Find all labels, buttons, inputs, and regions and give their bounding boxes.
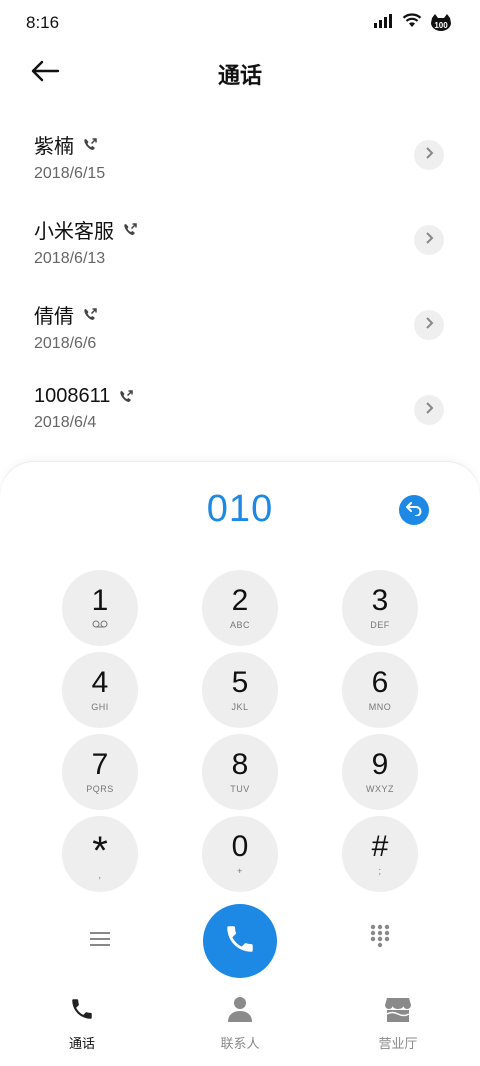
key-7[interactable]: 7 PQRS: [62, 734, 138, 810]
key-letters: MNO: [368, 702, 392, 712]
key-letters: GHI: [91, 702, 109, 712]
key-digit: *: [92, 829, 108, 873]
contact-name: 1008611: [34, 385, 111, 407]
outgoing-call-icon: [122, 222, 138, 238]
back-button[interactable]: [30, 58, 66, 88]
nav-tab-store[interactable]: 营业厅: [358, 996, 438, 1052]
signal-icon: [374, 13, 394, 33]
key-letters: DEF: [370, 620, 390, 630]
backspace-button[interactable]: [399, 495, 429, 525]
battery-level: 100: [434, 21, 448, 30]
call-detail-button[interactable]: [414, 310, 444, 340]
key-2[interactable]: 2 ABC: [202, 570, 278, 646]
keypad-toggle-button[interactable]: [367, 924, 393, 952]
contact-name: 倩倩: [34, 306, 74, 328]
bottom-nav: 通话 联系人 营业厅: [0, 996, 480, 1056]
arrow-left-icon: [30, 60, 60, 87]
wifi-icon: [402, 13, 422, 33]
key-6[interactable]: 6 MNO: [342, 652, 418, 728]
hamburger-menu-icon: [90, 931, 110, 952]
call-detail-button[interactable]: [414, 395, 444, 425]
battery-icon: 100: [430, 14, 452, 32]
key-digit: 2: [231, 584, 249, 617]
call-date: 2018/6/13: [34, 250, 106, 267]
status-time: 8:16: [26, 13, 60, 32]
key-digit: #: [371, 830, 389, 863]
contact-name: 紫楠: [34, 136, 74, 158]
key-digit: 3: [371, 584, 389, 617]
nav-tab-calls[interactable]: 通话: [42, 996, 122, 1052]
outgoing-call-icon: [118, 389, 134, 405]
undo-arrow-icon: [405, 500, 423, 521]
key-digit: 8: [231, 748, 249, 781]
key-letters: WXYZ: [366, 784, 394, 794]
phone-icon: [223, 922, 257, 961]
key-digit: 6: [371, 666, 389, 699]
menu-button[interactable]: [87, 928, 113, 954]
key-digit: 5: [231, 666, 249, 699]
key-star[interactable]: * ,: [62, 816, 138, 892]
key-0[interactable]: 0 +: [202, 816, 278, 892]
key-9[interactable]: 9 WXYZ: [342, 734, 418, 810]
dialer-panel: 010 1 2 ABC 3 DEF 4 GHI 5 JKL 6 MNO 7 PQ…: [0, 462, 480, 1066]
chevron-right-icon: [424, 146, 434, 164]
key-8[interactable]: 8 TUV: [202, 734, 278, 810]
key-digit: 7: [91, 748, 109, 781]
key-digit: 0: [231, 830, 249, 863]
call-log-item[interactable]: 紫楠 2018/6/15: [0, 112, 480, 197]
person-icon: [226, 996, 254, 1027]
nav-label: 联系人: [220, 1036, 260, 1051]
store-icon: [384, 996, 412, 1027]
key-letters: ABC: [229, 620, 250, 630]
key-4[interactable]: 4 GHI: [62, 652, 138, 728]
call-log-item[interactable]: 倩倩 2018/6/6: [0, 282, 480, 367]
nav-label: 通话: [68, 1036, 95, 1051]
page-title: 通话: [217, 63, 262, 88]
outgoing-call-icon: [82, 137, 98, 153]
chevron-right-icon: [424, 316, 434, 334]
call-date: 2018/6/6: [34, 335, 97, 352]
key-letters: TUV: [230, 784, 250, 794]
status-icons: 100: [374, 13, 452, 33]
key-letters: PQRS: [86, 784, 114, 794]
nav-tab-contacts[interactable]: 联系人: [200, 996, 280, 1052]
key-letters: ;: [378, 866, 382, 876]
outgoing-call-icon: [82, 307, 98, 323]
key-letters: ,: [98, 870, 102, 880]
phone-icon: [69, 996, 95, 1027]
key-digit: 9: [371, 748, 389, 781]
call-date: 2018/6/4: [34, 414, 97, 431]
dialpad-icon: [370, 924, 390, 953]
key-3[interactable]: 3 DEF: [342, 570, 418, 646]
key-digit: 1: [91, 584, 109, 617]
status-bar: 8:16 100: [0, 0, 480, 46]
nav-label: 营业厅: [378, 1036, 418, 1051]
call-detail-button[interactable]: [414, 225, 444, 255]
call-log-item[interactable]: 1008611 2018/6/4: [0, 367, 480, 452]
header: 通话: [0, 46, 480, 102]
voicemail-icon: [92, 620, 108, 630]
key-1[interactable]: 1: [62, 570, 138, 646]
chevron-right-icon: [424, 401, 434, 419]
call-date: 2018/6/15: [34, 165, 106, 182]
key-hash[interactable]: # ;: [342, 816, 418, 892]
key-letters: JKL: [231, 702, 249, 712]
key-digit: 4: [91, 666, 109, 699]
contact-name: 小米客服: [34, 221, 114, 243]
key-5[interactable]: 5 JKL: [202, 652, 278, 728]
call-button[interactable]: [203, 904, 277, 978]
call-log-list: 紫楠 2018/6/15 小米客服 2018/6/13 倩倩 2018/6/6 …: [0, 112, 480, 452]
call-log-item[interactable]: 小米客服 2018/6/13: [0, 197, 480, 282]
key-letters: +: [237, 866, 243, 876]
call-detail-button[interactable]: [414, 140, 444, 170]
chevron-right-icon: [424, 231, 434, 249]
